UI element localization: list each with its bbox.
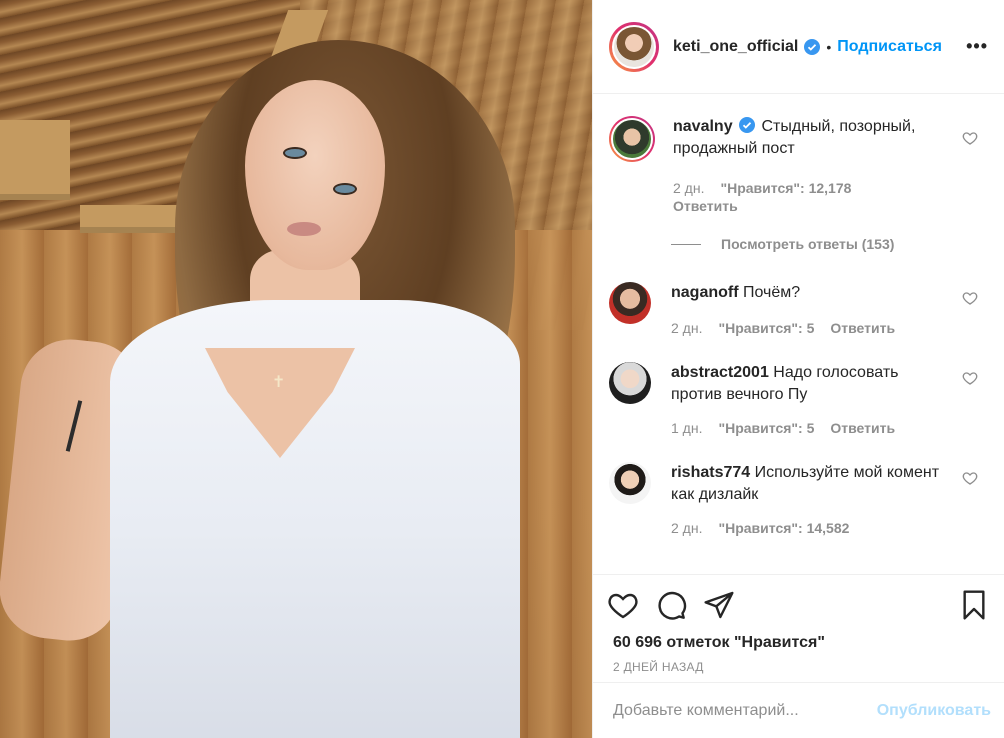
post-actions-bar	[593, 574, 1004, 634]
photo-lips	[287, 222, 321, 236]
post-header: keti_one_official • Подписаться •••	[593, 0, 1004, 94]
verified-badge-icon	[804, 38, 821, 55]
reply-button[interactable]: Ответить	[830, 320, 895, 336]
instagram-post: ✝ keti_one_official • Подписаться ••• na…	[0, 0, 1004, 738]
comment-text-line: rishats774 Используйте мой комент как ди…	[671, 462, 948, 506]
comment-avatar-ring[interactable]	[609, 116, 655, 162]
comment-username[interactable]: naganoff	[671, 284, 739, 301]
post-photo[interactable]: ✝	[0, 0, 592, 738]
more-options-icon[interactable]: •••	[966, 36, 988, 57]
comment-avatar[interactable]	[609, 362, 651, 404]
comment-meta: 2 дн. "Нравится": 5 Ответить	[671, 320, 895, 336]
comment-heart-icon[interactable]	[962, 370, 978, 386]
likes-count[interactable]: 60 696 отметок "Нравится"	[593, 634, 1004, 652]
comment-item: navalny Стыдный, позорный, продажный пос…	[609, 116, 988, 214]
view-replies-label: Посмотреть ответы (153)	[721, 236, 895, 252]
comment-body: naganoff Почём? 2 дн. "Нравится": 5 Отве…	[671, 282, 895, 336]
comment-input[interactable]	[613, 701, 877, 720]
comment-username[interactable]: navalny	[673, 118, 733, 135]
post-side-panel: keti_one_official • Подписаться ••• nava…	[592, 0, 1004, 738]
bookmark-icon[interactable]	[958, 589, 990, 621]
comment-meta: 2 дн. "Нравится": 14,582	[671, 520, 948, 536]
follow-button[interactable]: Подписаться	[837, 38, 942, 56]
comment-item: rishats774 Используйте мой комент как ди…	[609, 462, 988, 536]
paper-plane-icon[interactable]	[703, 589, 735, 621]
comment-time[interactable]: 2 дн.	[671, 520, 702, 536]
heart-icon[interactable]	[607, 589, 639, 621]
comment-item: abstract2001 Надо голосовать против вечн…	[609, 362, 988, 436]
comment-likes[interactable]: "Нравится": 5	[718, 420, 814, 436]
comment-heart-icon[interactable]	[962, 130, 978, 146]
comment-likes[interactable]: "Нравится": 12,178	[720, 180, 851, 196]
photo-eye	[283, 147, 307, 159]
comment-likes[interactable]: "Нравится": 14,582	[718, 520, 849, 536]
comment-username[interactable]: rishats774	[671, 464, 750, 481]
author-username[interactable]: keti_one_official	[673, 38, 798, 56]
publish-button[interactable]: Опубликовать	[877, 702, 991, 720]
comment-body: rishats774 Используйте мой комент как ди…	[671, 462, 948, 536]
view-replies-button[interactable]: Посмотреть ответы (153)	[671, 236, 988, 252]
author-avatar[interactable]	[612, 24, 656, 69]
verified-badge-icon	[739, 117, 756, 133]
speech-bubble-icon[interactable]	[655, 589, 687, 621]
photo-face	[245, 80, 385, 270]
add-comment-bar: Опубликовать	[593, 682, 1004, 738]
comment-avatar[interactable]	[611, 118, 653, 160]
comment-time[interactable]: 1 дн.	[671, 420, 702, 436]
comment-text-line: navalny Стыдный, позорный, продажный пос…	[673, 116, 948, 160]
photo-beam	[0, 120, 70, 200]
comment-text-line: naganoff Почём?	[671, 282, 895, 304]
comment-time[interactable]: 2 дн.	[671, 320, 702, 336]
comment-meta: 2 дн. "Нравится": 12,178	[673, 180, 948, 196]
comment-item: naganoff Почём? 2 дн. "Нравится": 5 Отве…	[609, 282, 988, 336]
comment-heart-icon[interactable]	[962, 290, 978, 306]
cross-pendant-icon: ✝	[272, 372, 286, 391]
photo-eye	[333, 183, 357, 195]
comment-meta: 1 дн. "Нравится": 5 Ответить	[671, 420, 948, 436]
comment-text-line: abstract2001 Надо голосовать против вечн…	[671, 362, 948, 406]
author-avatar-ring[interactable]	[609, 21, 659, 72]
comment-text: Почём?	[743, 284, 801, 301]
reply-button[interactable]: Ответить	[830, 420, 895, 436]
comments-list[interactable]: navalny Стыдный, позорный, продажный пос…	[593, 94, 1004, 574]
comment-avatar[interactable]	[609, 462, 651, 504]
comment-time[interactable]: 2 дн.	[673, 180, 704, 196]
comment-avatar[interactable]	[609, 282, 651, 324]
reply-button[interactable]: Ответить	[673, 198, 948, 214]
post-timestamp[interactable]: 2 ДНЕЙ НАЗАД	[593, 652, 1004, 674]
view-replies-line	[671, 243, 701, 245]
comment-heart-icon[interactable]	[962, 470, 978, 486]
comment-likes[interactable]: "Нравится": 5	[718, 320, 814, 336]
comment-body: navalny Стыдный, позорный, продажный пос…	[673, 116, 948, 214]
header-separator: •	[826, 38, 832, 55]
comment-body: abstract2001 Надо голосовать против вечн…	[671, 362, 948, 436]
comment-username[interactable]: abstract2001	[671, 364, 769, 381]
